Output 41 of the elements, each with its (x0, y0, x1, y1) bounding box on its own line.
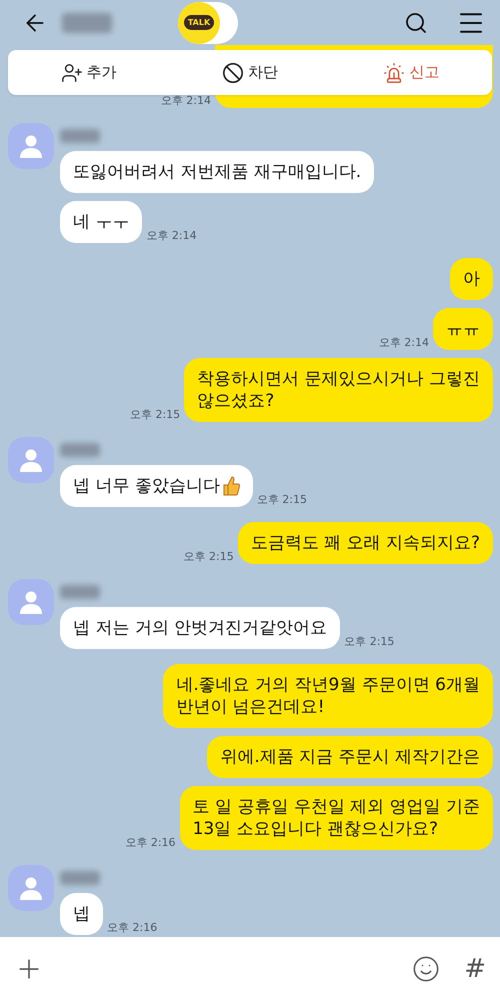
chat-mode-toggle[interactable]: TALK (178, 2, 238, 44)
message-text: 도금력도 꽤 오래 지속되지요? (250, 532, 480, 554)
message-text: 위에.제품 지금 주문시 제작기간은 (220, 746, 480, 768)
message-text: 네.좋네요 거의 작년9월 주문이면 6개월 반년이 넘은건데요! (176, 674, 480, 718)
logo-text: TALK (184, 15, 214, 30)
block-icon (222, 62, 244, 84)
message-text: 넵 저는 거의 안벗겨진거같앗어요 (73, 617, 328, 639)
message-text: 또잃어버려서 저번제품 재구매입니다. (73, 161, 362, 183)
message-text: ㅠㅠ (446, 318, 480, 340)
action-button[interactable]: 신고 (330, 50, 492, 95)
message-text: 아 (463, 268, 480, 290)
person-icon (18, 875, 44, 901)
message-text: 네 ㅜㅜ (73, 211, 130, 233)
message-time: 오후 2:14 (378, 335, 429, 350)
add-friend-icon (60, 62, 83, 84)
message-time: 오후 2:15 (184, 549, 234, 564)
search-button[interactable] (404, 10, 428, 34)
blurred-name (60, 871, 100, 885)
message-time: 오후 2:14 (160, 93, 211, 108)
message-text: 착용하시면서 문제있으시거나 그렇진 않으셨죠? (197, 368, 480, 412)
emoji-button[interactable] (412, 954, 440, 982)
action-button[interactable]: 추가 (8, 50, 170, 95)
message-time: 오후 2:15 (256, 492, 308, 507)
hashtag-button[interactable]: # (464, 954, 486, 984)
message-text: 넵 너무 좋았습니다 (73, 475, 220, 497)
blurred-name (60, 443, 100, 457)
message-time: 오후 2:15 (130, 407, 180, 422)
message-time: 오후 2:16 (107, 920, 158, 935)
person-icon (18, 447, 44, 473)
person-icon (18, 133, 44, 159)
blurred-name (62, 12, 112, 32)
action-button[interactable]: 차단 (169, 50, 331, 95)
message-text: 넵 (73, 903, 90, 925)
blurred-name (60, 129, 100, 143)
message-time: 오후 2:15 (344, 634, 394, 649)
message-time: 오후 2:14 (146, 228, 197, 243)
message-text: 토 일 공휴일 우천일 제외 영업일 기준 13일 소요입니다 괜찮으신가요? (192, 796, 480, 840)
message-time: 오후 2:16 (125, 835, 176, 850)
siren-icon (383, 62, 406, 84)
person-icon (18, 589, 44, 615)
blurred-name (60, 585, 100, 599)
